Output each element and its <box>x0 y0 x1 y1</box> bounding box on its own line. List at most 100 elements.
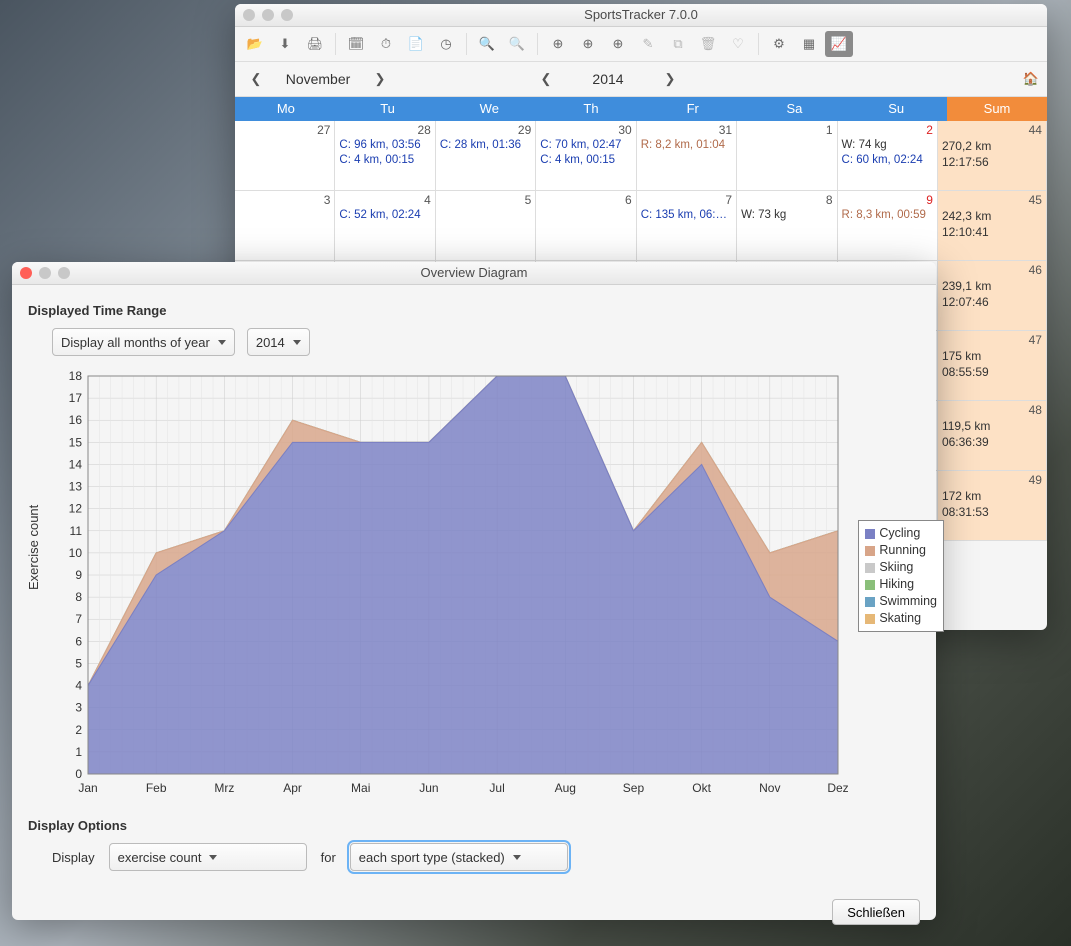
range-year-dropdown[interactable]: 2014 <box>247 328 310 356</box>
svg-text:Dez: Dez <box>827 781 848 795</box>
year-label: 2014 <box>567 71 649 87</box>
calendar-cell[interactable]: 6 <box>536 191 636 261</box>
svg-text:Jul: Jul <box>489 781 504 795</box>
legend-swatch <box>865 580 875 590</box>
calendar-entry[interactable]: R: 8,2 km, 01:04 <box>641 138 732 153</box>
calendar-icon[interactable]: 🗓 <box>342 31 370 57</box>
svg-text:8: 8 <box>75 590 82 604</box>
zoom-dialog-icon[interactable] <box>58 267 70 279</box>
day-number: 1 <box>826 123 833 137</box>
close-button[interactable]: Schließen <box>832 899 920 925</box>
save-icon[interactable]: ⬇ <box>271 31 299 57</box>
next-month-button[interactable]: ❯ <box>367 67 393 91</box>
svg-text:11: 11 <box>70 524 83 538</box>
delete-icon[interactable]: 🗑 <box>694 31 722 57</box>
calendar-cell[interactable]: 8W: 73 kg <box>737 191 837 261</box>
svg-text:Okt: Okt <box>692 781 711 795</box>
svg-text:1: 1 <box>75 745 82 759</box>
day-header: Fr <box>642 97 744 121</box>
calendar-cell[interactable]: 29C: 28 km, 01:36 <box>436 121 536 191</box>
svg-text:6: 6 <box>75 634 82 648</box>
calendar-cell[interactable]: 3 <box>235 191 335 261</box>
day-number: 30 <box>618 123 631 137</box>
calendar-cell[interactable]: 28C: 96 km, 03:56C: 4 km, 00:15 <box>335 121 435 191</box>
calendar-entry[interactable]: W: 73 kg <box>741 208 832 223</box>
day-header: We <box>438 97 540 121</box>
calendar-entry[interactable]: W: 74 kgC: 60 km, 02:24 <box>842 138 933 168</box>
zoom-in-icon[interactable]: 🔍 <box>473 31 501 57</box>
display-grouping-dropdown[interactable]: each sport type (stacked) <box>350 843 568 871</box>
day-header: Tu <box>337 97 439 121</box>
display-metric-dropdown[interactable]: exercise count <box>109 843 307 871</box>
day-number: 5 <box>525 193 532 207</box>
day-number: 28 <box>417 123 430 137</box>
calendar-cell[interactable]: 30C: 70 km, 02:47C: 4 km, 00:15 <box>536 121 636 191</box>
prev-year-button[interactable]: ❮ <box>533 67 559 91</box>
minimize-window-icon[interactable] <box>262 9 274 21</box>
zoom-window-icon[interactable] <box>281 9 293 21</box>
week-sum-cell: 47175 km08:55:59 <box>938 331 1047 401</box>
chart-ylabel: Exercise count <box>26 505 41 590</box>
calendar-cell[interactable]: 27 <box>235 121 335 191</box>
main-toolbar: 📂 ⬇ 🖨 🗓 ⏱ 📄 ◷ 🔍 🔍 ⊕ ⊕ ⊕ ✎ ⧉ 🗑 ♡ ⚙ ▦ 📈 <box>235 27 1047 62</box>
add-exercise-icon[interactable]: ⊕ <box>544 31 572 57</box>
heart-icon[interactable]: ♡ <box>724 31 752 57</box>
calendar-entry[interactable]: C: 96 km, 03:56C: 4 km, 00:15 <box>339 138 430 168</box>
print-icon[interactable]: 🖨 <box>301 31 329 57</box>
add-note-icon[interactable]: ⊕ <box>574 31 602 57</box>
legend-label: Cycling <box>879 525 920 542</box>
document-icon[interactable]: 📄 <box>402 31 430 57</box>
add-weight-icon[interactable]: ⊕ <box>604 31 632 57</box>
legend-label: Hiking <box>879 576 914 593</box>
svg-text:12: 12 <box>69 502 83 516</box>
next-year-button[interactable]: ❯ <box>657 67 683 91</box>
display-grouping-value: each sport type (stacked) <box>359 850 505 865</box>
grid-icon[interactable]: ▦ <box>795 31 823 57</box>
close-dialog-icon[interactable] <box>20 267 32 279</box>
settings-icon[interactable]: ⚙ <box>765 31 793 57</box>
home-icon[interactable]: 🏠 <box>1023 71 1039 87</box>
range-mode-dropdown[interactable]: Display all months of year <box>52 328 235 356</box>
day-number: 2 <box>926 123 933 137</box>
calendar-cell[interactable]: 2W: 74 kgC: 60 km, 02:24 <box>838 121 938 191</box>
calendar-entry[interactable]: R: 8,3 km, 00:59 <box>842 208 933 223</box>
dialog-titlebar: Overview Diagram <box>12 262 936 285</box>
chevron-down-icon <box>293 340 301 345</box>
calendar-cell[interactable]: 7C: 135 km, 06:… <box>637 191 737 261</box>
edit-icon[interactable]: ✎ <box>634 31 662 57</box>
for-label: for <box>321 850 336 865</box>
day-header: Su <box>845 97 947 121</box>
legend-item: Cycling <box>865 525 937 542</box>
day-header: Mo <box>235 97 337 121</box>
week-sum-cell: 45242,3 km12:10:41 <box>938 191 1047 261</box>
globe-icon[interactable]: ◷ <box>432 31 460 57</box>
calendar-entry[interactable]: C: 28 km, 01:36 <box>440 138 531 153</box>
calendar-entry[interactable]: C: 52 km, 02:24 <box>339 208 430 223</box>
minimize-dialog-icon[interactable] <box>39 267 51 279</box>
week-sum-cell: 49172 km08:31:53 <box>938 471 1047 541</box>
svg-text:2: 2 <box>75 723 82 737</box>
svg-text:10: 10 <box>69 546 83 560</box>
calendar-cell[interactable]: 9R: 8,3 km, 00:59 <box>838 191 938 261</box>
open-icon[interactable]: 📂 <box>241 31 269 57</box>
copy-icon[interactable]: ⧉ <box>664 31 692 57</box>
stopwatch-icon[interactable]: ⏱ <box>372 31 400 57</box>
calendar-cell[interactable]: 31R: 8,2 km, 01:04 <box>637 121 737 191</box>
chart-view-icon[interactable]: 📈 <box>825 31 853 57</box>
svg-text:Jan: Jan <box>78 781 97 795</box>
close-window-icon[interactable] <box>243 9 255 21</box>
calendar-entry[interactable]: C: 70 km, 02:47C: 4 km, 00:15 <box>540 138 631 168</box>
svg-text:Mai: Mai <box>351 781 370 795</box>
display-options-header: Display Options <box>28 818 920 833</box>
calendar-cell[interactable]: 5 <box>436 191 536 261</box>
prev-month-button[interactable]: ❮ <box>243 67 269 91</box>
calendar-cell[interactable]: 4C: 52 km, 02:24 <box>335 191 435 261</box>
day-number: 6 <box>625 193 632 207</box>
calendar-cell[interactable]: 1 <box>737 121 837 191</box>
zoom-out-icon[interactable]: 🔍 <box>503 31 531 57</box>
svg-text:Feb: Feb <box>146 781 167 795</box>
legend-swatch <box>865 597 875 607</box>
day-number: 7 <box>725 193 732 207</box>
calendar-entry[interactable]: C: 135 km, 06:… <box>641 208 732 223</box>
main-window-titlebar: SportsTracker 7.0.0 <box>235 4 1047 27</box>
